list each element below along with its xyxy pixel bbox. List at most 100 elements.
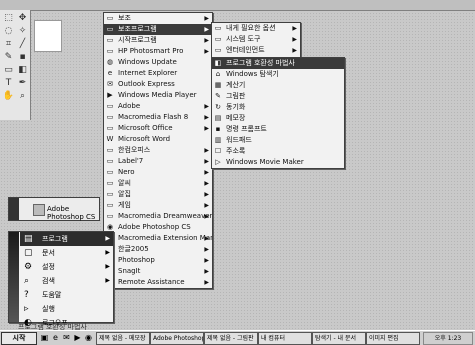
slice-tool-icon[interactable]: ╱ (16, 38, 29, 50)
menu-item[interactable]: ▭Photoshop▶ (104, 255, 212, 266)
word-icon: W (106, 135, 114, 143)
desktop-icon[interactable]: ▣ (40, 333, 49, 342)
menu-item[interactable]: ▭ Nero ▶ (104, 167, 212, 178)
folder-icon: ▭ (106, 212, 114, 220)
submenu-arrow-icon: ▶ (105, 263, 110, 270)
submenu-arrow-icon: ▶ (204, 213, 209, 220)
menu-item[interactable]: ⌂ Windows 탐색기 (212, 69, 344, 80)
submenu-arrow-icon: ▶ (292, 36, 297, 43)
menu-item[interactable]: ▪ 명령 프롬프트 (212, 124, 344, 135)
submenu-arrow-icon: ▶ (105, 249, 110, 256)
menu-item[interactable]: ▤ 메모장 (212, 113, 344, 124)
menu-item[interactable]: ▭ 알집 ▶ (104, 189, 212, 200)
brush-tool-icon[interactable]: ✎ (2, 51, 15, 63)
outlook-icon[interactable]: ✉ (62, 333, 71, 342)
stamp-tool-icon[interactable]: ▪ (16, 51, 29, 63)
documents-icon: ▢ (24, 248, 33, 258)
taskbar-button[interactable]: 이미지 편집 (366, 332, 420, 345)
start-menu-item[interactable]: ⌕ 검색 ▶ (20, 274, 113, 288)
text-tool-icon[interactable]: T (2, 77, 15, 89)
menu-item[interactable]: W Microsoft Word (104, 134, 212, 145)
start-menu-item[interactable]: ? 도움말 (20, 288, 113, 302)
start-menu-item[interactable]: ⚙ 설정 ▶ (20, 260, 113, 274)
menu-item-label: 시작프로그램 (118, 36, 157, 44)
menu-item[interactable]: ▶ Windows Media Player (104, 90, 212, 101)
ie-icon[interactable]: e (51, 333, 60, 342)
menu-item[interactable]: ◧ 프로그램 호환성 마법사 (212, 58, 344, 69)
submenu-arrow-icon: ▶ (204, 158, 209, 165)
hand-tool-icon[interactable]: ✋ (2, 90, 15, 102)
menu-item[interactable]: ▦ 계산기 (212, 80, 344, 91)
taskbar-button[interactable]: Adobe Photoshop (150, 332, 204, 345)
submenu-arrow-icon: ▶ (204, 169, 209, 176)
start-menu-item-label: 도움말 (42, 291, 62, 299)
submenu-arrow-icon: ▶ (292, 47, 297, 54)
menu-item[interactable]: ✉ Outlook Express (104, 79, 212, 90)
menu-item-label: Microsoft Word (118, 135, 171, 143)
taskbar-button[interactable]: 제목 없음 - 메모장 (96, 332, 150, 345)
menu-item-label: 동기화 (226, 103, 246, 111)
menu-item[interactable]: ▭ Label'7 ▶ (104, 156, 212, 167)
menu-item[interactable]: ▭ 보조프로그램 ▶ (104, 24, 212, 35)
menu-item[interactable]: ▭ 시스템 도구 ▶ (212, 34, 300, 45)
menu-item[interactable]: e Internet Explorer (104, 68, 212, 79)
photoshop-quick-icon[interactable]: ◉ (84, 333, 93, 342)
menu-item[interactable]: ▭ 한컴오피스 ▶ (104, 145, 212, 156)
menu-item[interactable]: ▭ Microsoft Office ▶ (104, 123, 212, 134)
fill-tool-icon[interactable]: ◧ (16, 64, 29, 76)
menu-item[interactable]: ▭ Adobe ▶ (104, 101, 212, 112)
menu-item[interactable]: ▭ 내게 필요한 옵션 ▶ (212, 23, 300, 34)
menu-item[interactable]: ✎ 그림판 (212, 91, 344, 102)
taskbar-button[interactable]: 내 컴퓨터 (258, 332, 312, 345)
menu-item[interactable]: ▭Macromedia Extension Manager▶ (104, 233, 212, 244)
panel-label: Adobe Photoshop CS (47, 205, 96, 221)
menu-item[interactable]: ▭ Macromedia Flash 8 ▶ (104, 112, 212, 123)
menu-item[interactable]: ▭Remote Assistance▶ (104, 277, 212, 288)
lasso-tool-icon[interactable]: ◌ (2, 25, 15, 37)
marquee-tool-icon[interactable]: ⬚ (2, 12, 15, 24)
menu-item[interactable]: ◍ Windows Update (104, 57, 212, 68)
tool-palette: ⬚ ✥ ◌ ✧ ⌗ ╱ ✎ ▪ ▭ ◧ T ✒ ✋ ⌕ (0, 10, 31, 120)
menu-item[interactable]: ↻ 동기화 (212, 102, 344, 113)
media-player-icon[interactable]: ▶ (73, 333, 82, 342)
menu-item[interactable]: ▭ 엔터테인먼트 ▶ (212, 45, 300, 56)
submenu-arrow-icon: ▶ (204, 235, 209, 242)
menu-item[interactable]: ▷ Windows Movie Maker (212, 157, 344, 168)
taskbar-clock[interactable]: 오후 1:23 (423, 332, 473, 345)
menu-item-label: 워드패드 (226, 136, 252, 144)
eraser-tool-icon[interactable]: ▭ (2, 64, 15, 76)
folder-icon: ▭ (214, 35, 222, 43)
folder-icon: ▭ (106, 168, 114, 176)
menu-item-label: Photoshop (118, 256, 155, 264)
move-tool-icon[interactable]: ✥ (16, 12, 29, 24)
zoom-tool-icon[interactable]: ⌕ (16, 90, 29, 102)
menu-item[interactable]: ☐ 주소록 (212, 146, 344, 157)
menu-item[interactable]: ▭ 보조 ▶ (104, 13, 212, 24)
menu-item[interactable]: ▭SnagIt▶ (104, 266, 212, 277)
menu-item[interactable]: ▭한글2005▶ (104, 244, 212, 255)
menu-item[interactable]: ▭ 알씨 ▶ (104, 178, 212, 189)
start-menu-item[interactable]: ▤ 프로그램 ▶ (20, 232, 113, 246)
pen-tool-icon[interactable]: ✒ (16, 77, 29, 89)
wand-tool-icon[interactable]: ✧ (16, 25, 29, 37)
crop-tool-icon[interactable]: ⌗ (2, 38, 15, 50)
menu-item[interactable]: ◉ Adobe Photoshop CS (104, 222, 212, 233)
menu-item-label: Windows Movie Maker (226, 158, 304, 166)
submenu-arrow-icon: ▶ (204, 279, 209, 286)
taskbar-button[interactable]: 제목 없음 - 그림판 (204, 332, 258, 345)
menu-item[interactable]: ▭ 게임 ▶ (104, 200, 212, 211)
play-icon: ▶ (107, 91, 113, 99)
cmd-icon: ▪ (215, 125, 221, 133)
taskbar-button[interactable]: 탐색기 - 내 문서 (312, 332, 366, 345)
start-button[interactable]: 시작 (1, 332, 37, 345)
menu-item[interactable]: ▭ 시작프로그램 ▶ (104, 35, 212, 46)
start-menu-item[interactable]: ▹ 실행 (20, 302, 113, 316)
folder-icon: ▭ (106, 36, 114, 44)
help-icon: ? (24, 290, 29, 300)
menu-item[interactable]: ▭ Macromedia Dreamweaver 8 ▶ (104, 211, 212, 222)
menu-item[interactable]: ▭ HP Photosmart Pro ▶ (104, 46, 212, 57)
menu-item[interactable]: ▥ 워드패드 (212, 135, 344, 146)
submenu-arrow-icon: ▶ (204, 26, 209, 33)
start-menu-item[interactable]: ▢ 문서 ▶ (20, 246, 113, 260)
photoshop-taskpanel[interactable]: Adobe Photoshop CS (8, 197, 100, 221)
